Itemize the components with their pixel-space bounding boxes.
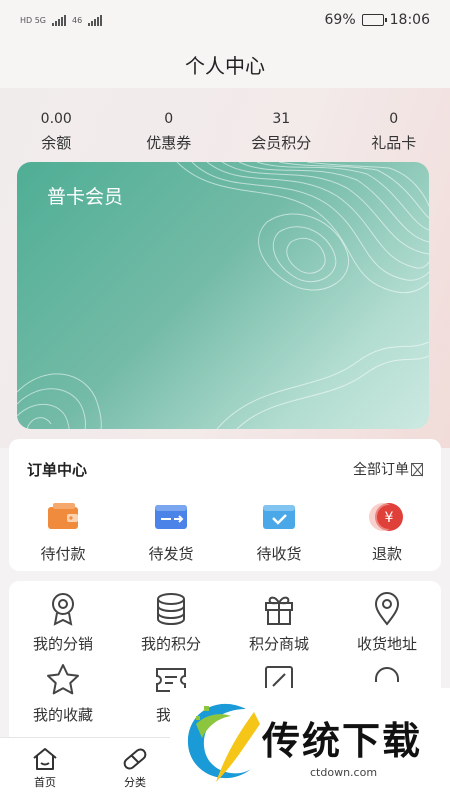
tool-my-favorites[interactable]: 我的收藏	[9, 662, 117, 725]
home-icon	[33, 748, 57, 770]
tool-label: 我的积分	[140, 635, 201, 653]
order-label: 待发货	[148, 545, 194, 563]
stat-label: 礼品卡	[371, 134, 417, 152]
tool-shipping-address[interactable]: 收货地址	[333, 591, 441, 654]
tool-points-mall[interactable]: 积分商城	[225, 591, 333, 654]
battery-percent: 69%	[324, 12, 356, 28]
ship-box-icon	[155, 505, 187, 529]
svg-text:¥: ¥	[385, 510, 394, 526]
sim1-label: HD 5G	[20, 15, 47, 25]
stat-value: 0.00	[40, 111, 72, 127]
stat-balance[interactable]: 0.00 余额	[0, 108, 113, 153]
tool-label: 积分商城	[248, 635, 309, 653]
order-refund[interactable]: ¥ 退款	[333, 499, 441, 564]
tool-label: 收货地址	[356, 635, 417, 653]
account-stats: 0.00 余额 0 优惠券 31 会员积分 0 礼品卡	[0, 108, 450, 153]
status-bar: HD 5G 46 69% 18:06	[0, 0, 450, 40]
tab-label: 首页	[34, 776, 56, 789]
order-center-panel: 订单中心 全部订单 待付款 待发货 待收货 ¥ 退款	[9, 439, 441, 571]
stat-coupons[interactable]: 0 优惠券	[113, 108, 226, 153]
tool-label: 我的分销	[32, 635, 93, 653]
order-pending-payment[interactable]: 待付款	[9, 499, 117, 564]
order-label: 退款	[371, 545, 402, 563]
stat-label: 会员积分	[251, 134, 312, 152]
signal-indicators: HD 5G 46	[20, 14, 103, 26]
wallet-icon	[48, 503, 78, 529]
order-pending-shipment[interactable]: 待发货	[117, 499, 225, 564]
stat-label: 优惠券	[146, 134, 192, 152]
stat-value: 31	[272, 111, 291, 127]
refund-yen-icon: ¥	[369, 503, 403, 531]
member-card[interactable]: 普卡会员	[17, 162, 429, 429]
stat-value: 0	[164, 111, 174, 127]
watermark-logo	[187, 703, 260, 782]
order-center-title: 订单中心	[27, 460, 88, 479]
coin-stack-icon	[157, 593, 185, 626]
page-title: 个人中心	[185, 53, 265, 78]
signal-icon	[52, 14, 67, 26]
gift-icon	[265, 596, 293, 625]
sim2-label: 46	[72, 15, 83, 25]
all-orders-link[interactable]: 全部订单	[353, 459, 423, 479]
receive-box-icon	[263, 505, 295, 529]
card-tier-title: 普卡会员	[47, 186, 124, 208]
watermark-text: 传统下载	[262, 719, 423, 763]
order-label: 待付款	[40, 545, 86, 563]
clock: 18:06	[389, 12, 430, 28]
watermark-url: ctdown.com	[310, 766, 378, 779]
tab-label: 分类	[124, 776, 146, 789]
stat-gift-cards[interactable]: 0 礼品卡	[338, 108, 450, 153]
order-pending-receipt[interactable]: 待收货	[225, 499, 333, 564]
stat-points[interactable]: 31 会员积分	[225, 108, 338, 153]
stat-label: 余额	[41, 134, 72, 152]
tool-my-points[interactable]: 我的积分	[117, 591, 225, 654]
tab-home[interactable]: 首页	[0, 738, 90, 800]
medal-icon	[52, 593, 74, 626]
battery-icon	[361, 14, 387, 26]
star-icon	[47, 664, 79, 695]
tool-my-distribution[interactable]: 我的分销	[9, 591, 117, 654]
capsule-icon	[123, 748, 147, 770]
page-title-bar: 个人中心	[0, 40, 450, 88]
stat-value: 0	[389, 111, 399, 127]
arrow-right-icon	[411, 462, 423, 476]
tool-label: 我的收藏	[32, 706, 93, 724]
order-label: 待收货	[256, 545, 302, 563]
tab-category[interactable]: 分类	[90, 738, 180, 800]
watermark-overlay: 传统下载 ctdown.com	[170, 688, 450, 800]
all-orders-label: 全部订单	[353, 462, 409, 478]
location-pin-icon	[374, 592, 400, 626]
signal-icon	[88, 14, 103, 26]
